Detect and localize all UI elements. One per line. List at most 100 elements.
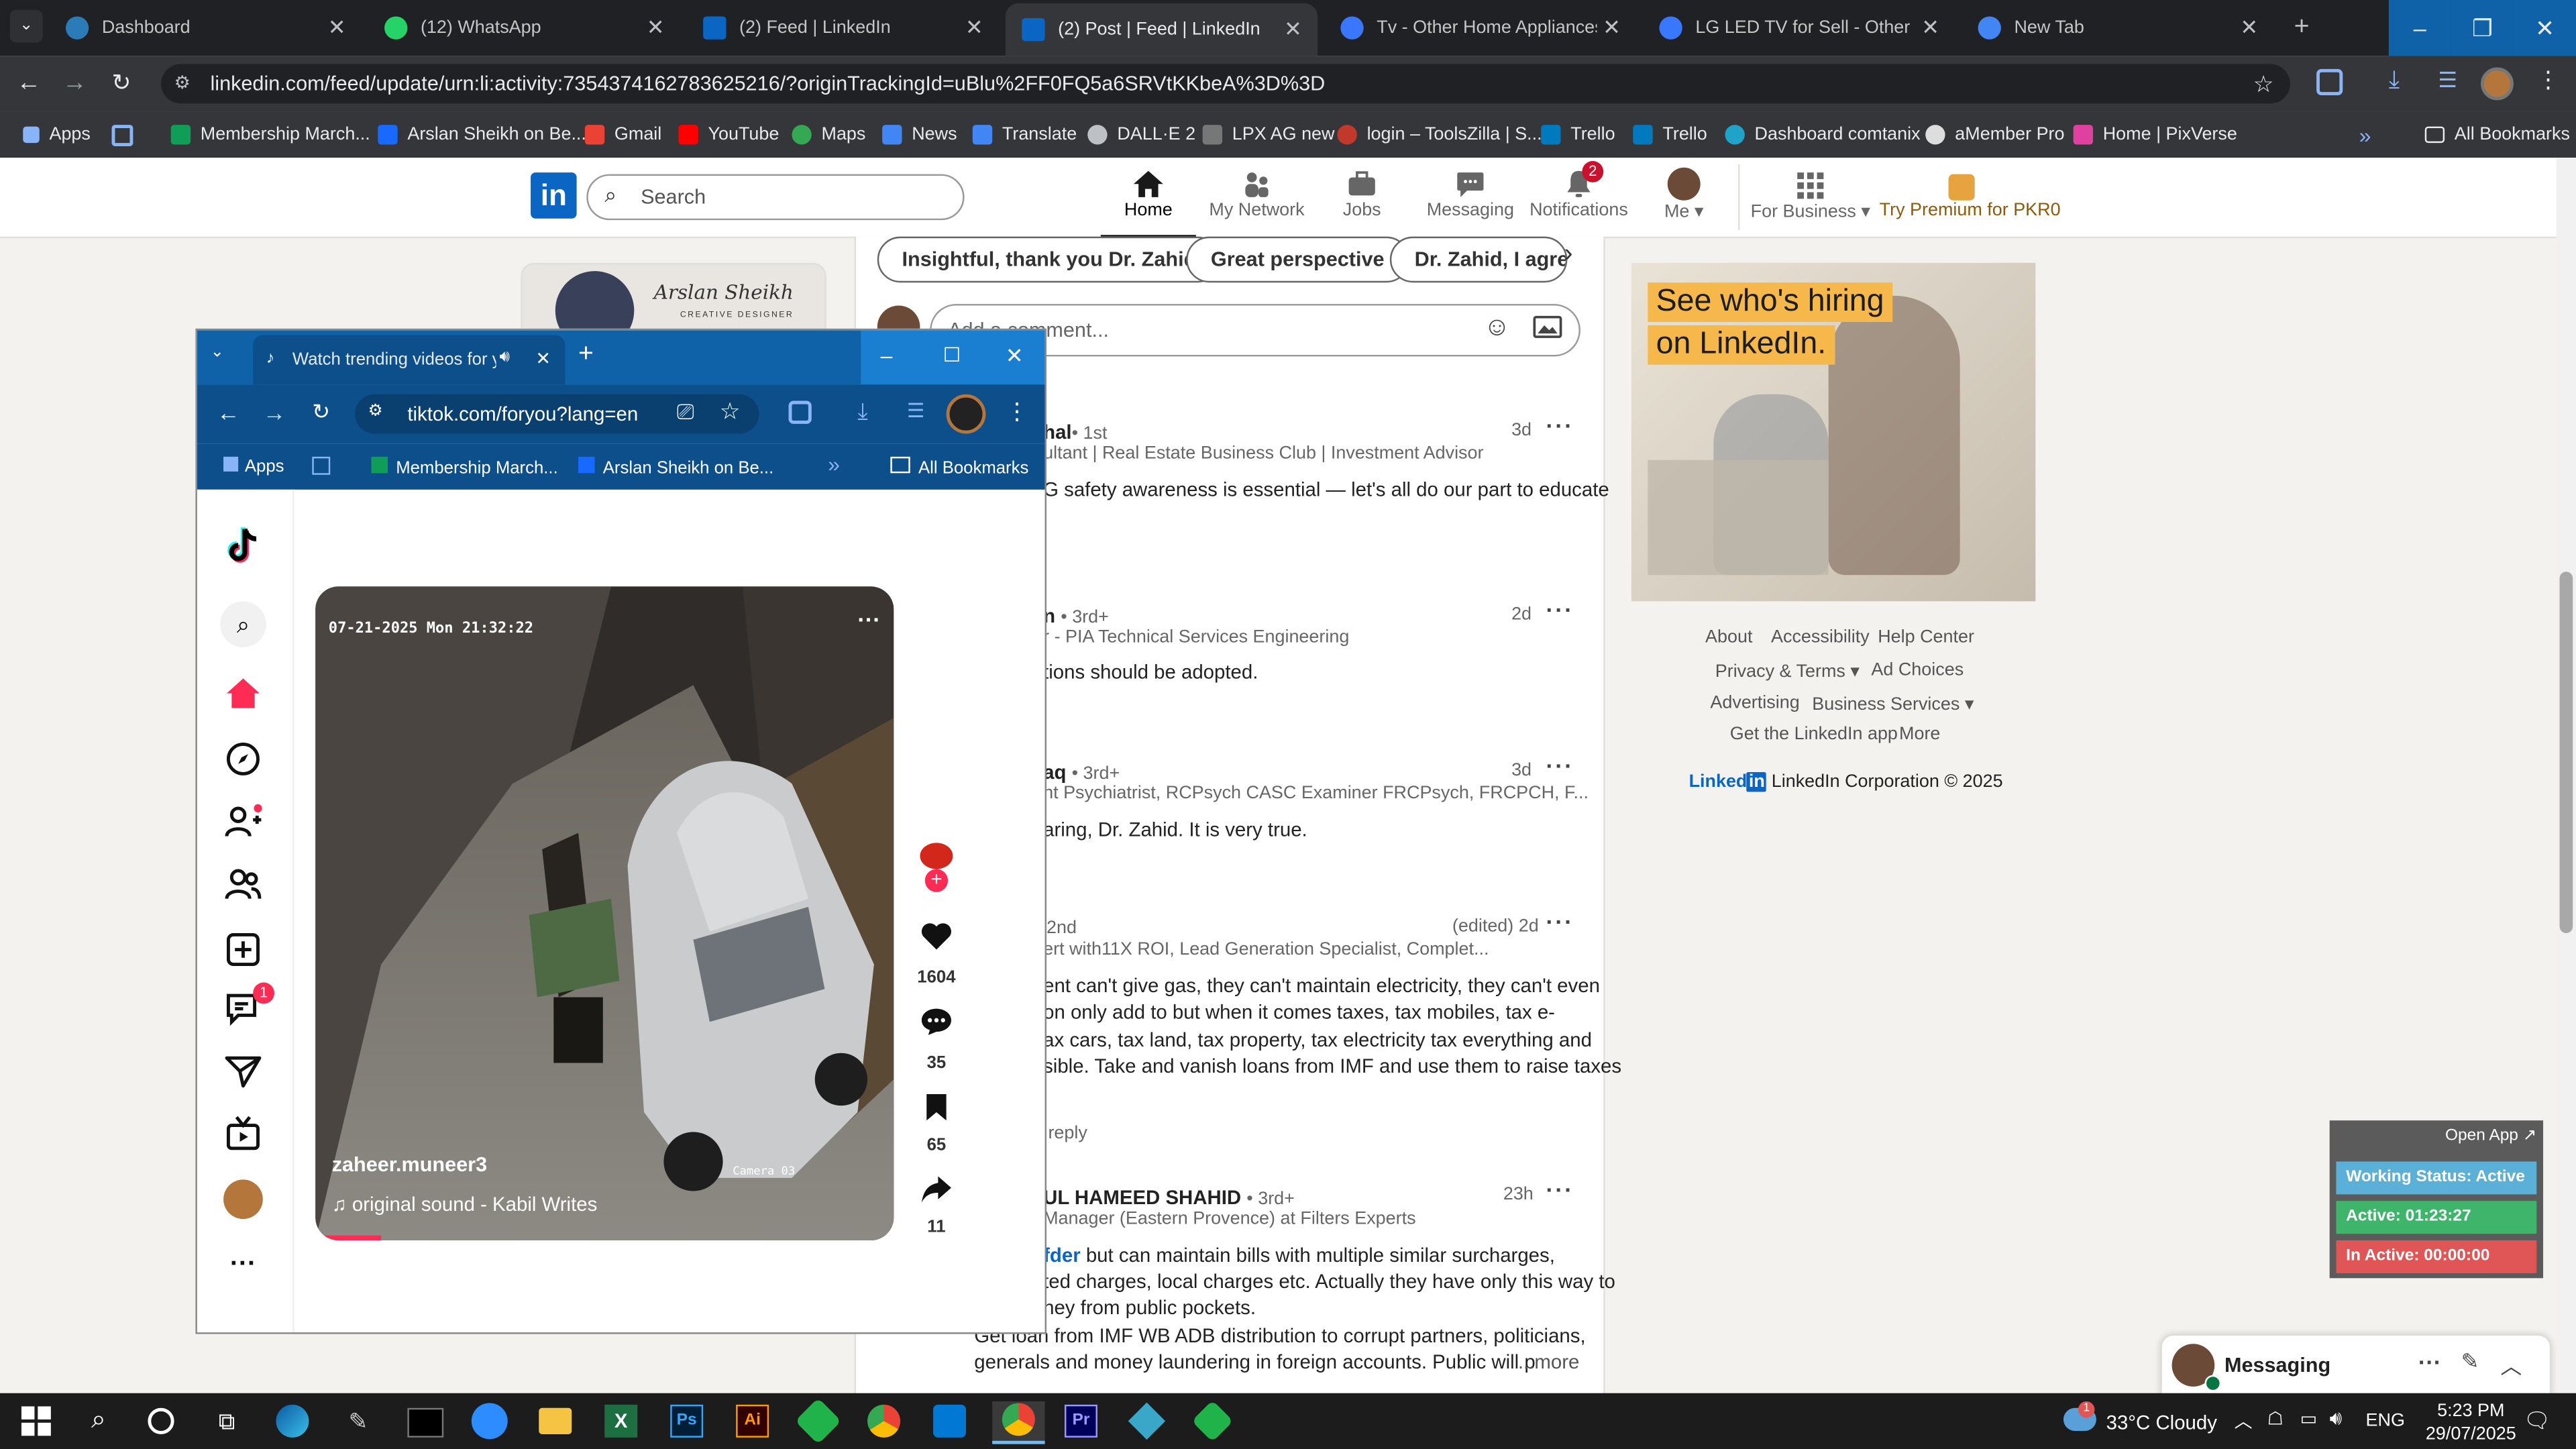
tray-chevron-icon[interactable]: ︿ (2235, 1408, 2253, 1434)
comment-options-icon[interactable]: ··· (1546, 413, 1574, 439)
tab-search-button[interactable]: ⌄ (9, 9, 43, 43)
edge-icon[interactable] (273, 1401, 313, 1441)
terminal-icon[interactable] (404, 1401, 444, 1441)
open-app-link[interactable]: Open App ↗ (2445, 1127, 2536, 1145)
back-arrow-icon[interactable]: ← (217, 399, 239, 425)
following-icon[interactable] (213, 798, 272, 845)
page-scrollbar[interactable] (2556, 158, 2576, 1393)
windows-start-icon[interactable] (16, 1401, 56, 1441)
tab-search-button[interactable]: ⌄ (210, 343, 224, 362)
clock-date[interactable]: 29/07/2025 (2418, 1424, 2524, 1444)
weather-text[interactable]: 33°C Cloudy (2106, 1411, 2217, 1434)
chrome-active-icon[interactable] (992, 1401, 1045, 1444)
nav-premium[interactable]: Try Premium for PKR0 (1880, 164, 2061, 230)
reload-icon[interactable]: ↻ (112, 69, 131, 97)
tab-linkedin-feed[interactable]: (2) Feed | LinkedIn ✕ (687, 7, 999, 50)
tiktok-logo-icon[interactable] (213, 523, 272, 569)
tab-whatsapp[interactable]: (12) WhatsApp ✕ (368, 7, 680, 50)
video-sound[interactable]: ♫ original sound - Kabil Writes (332, 1193, 598, 1216)
excel-icon[interactable]: X (601, 1401, 641, 1441)
friends-icon[interactable] (213, 861, 272, 907)
extensions-icon[interactable] (788, 400, 812, 424)
bookmark-toolszilla[interactable]: login – ToolsZilla | S... (1337, 112, 1542, 158)
bookmark-apps[interactable]: Apps (23, 112, 91, 158)
photoshop-icon[interactable]: Ps (667, 1401, 706, 1441)
bookmark-youtube[interactable]: YouTube (678, 112, 779, 158)
maximize-button[interactable]: ❐ (2451, 0, 2514, 56)
comment-options-icon[interactable]: ··· (1546, 753, 1574, 779)
close-icon[interactable]: ✕ (959, 15, 989, 41)
minimize-button[interactable]: – (2388, 0, 2451, 56)
profile-avatar[interactable] (213, 1176, 272, 1222)
search-input[interactable]: ⌕ Search (586, 174, 965, 221)
video-options-icon[interactable]: ··· (857, 606, 880, 633)
audio-playing-icon[interactable]: 🔊︎ (499, 348, 509, 366)
footer-advertising[interactable]: Advertising (1710, 693, 1799, 712)
bookmark-lpx[interactable]: LPX AG new (1202, 112, 1335, 158)
mention-link[interactable]: fder (1043, 1244, 1081, 1267)
bookmark-translate[interactable]: Translate (972, 112, 1077, 158)
suggestion-chip-3[interactable]: Dr. Zahid, I agree (1389, 236, 1568, 283)
see-more-link[interactable]: ...more (1518, 1349, 1579, 1376)
bookmark-dalle[interactable]: DALL·E 2 (1087, 112, 1195, 158)
volume-icon[interactable]: 🔊︎ (2330, 1406, 2343, 1431)
share-arrow-icon[interactable] (920, 1175, 953, 1204)
tab-olx-tv[interactable]: Tv - Other Home Appliances fo✕ (1324, 7, 1636, 50)
close-icon[interactable]: ✕ (1278, 16, 1307, 42)
explore-compass-icon[interactable] (213, 736, 272, 782)
tab-olx-lg-tv[interactable]: LG LED TV for Sell - Other Hom✕ (1643, 7, 1955, 50)
comment-options-icon[interactable]: ··· (1546, 908, 1574, 934)
footer-get-app[interactable]: Get the LinkedIn app (1730, 724, 1898, 744)
language-indicator[interactable]: ENG (2366, 1411, 2405, 1431)
like-heart-icon[interactable] (920, 922, 953, 951)
bookmark-comtanix[interactable]: Dashboard comtanix (1725, 112, 1921, 158)
clock-time[interactable]: 5:23 PM (2422, 1401, 2520, 1421)
more-options-icon[interactable]: ··· (213, 1242, 272, 1288)
download-icon[interactable]: ⤓ (857, 398, 867, 426)
bookmark-apps[interactable]: Apps (223, 456, 284, 476)
zoom-icon[interactable] (470, 1401, 509, 1441)
close-icon[interactable]: ✕ (2235, 15, 2264, 41)
chrome-menu-icon[interactable]: ⋮ (2536, 66, 2559, 94)
tab-linkedin-post[interactable]: (2) Post | Feed | LinkedIn ✕ (1005, 3, 1318, 56)
wifi-monitor-icon[interactable]: ▭ (2300, 1408, 2317, 1429)
bookmark-save-icon[interactable] (923, 1093, 949, 1122)
comment-bubble-icon[interactable] (920, 1007, 953, 1036)
nav-my-network[interactable]: My Network (1199, 164, 1314, 230)
download-icon[interactable]: ⤓ (2389, 66, 2400, 94)
camtasia-recorder-icon[interactable] (1191, 1400, 1234, 1442)
compose-icon[interactable]: ✎ (2461, 1349, 2479, 1375)
close-icon[interactable]: ✕ (1916, 15, 1945, 41)
new-tab-button[interactable]: + (578, 340, 594, 370)
media-control-icon[interactable]: ☰ (907, 399, 924, 422)
reply-link[interactable]: reply (1048, 1124, 1087, 1143)
comment-author[interactable]: hal• 1st (1043, 421, 1107, 443)
close-icon[interactable]: ✕ (535, 348, 551, 370)
bookmark-trello-2[interactable]: Trello (1633, 112, 1707, 158)
comment-options-icon[interactable]: ··· (1546, 596, 1574, 623)
messaging-overlay[interactable]: Messaging ··· ✎ ︿ (2160, 1334, 2552, 1400)
illustrator-icon[interactable]: Ai (733, 1401, 772, 1441)
bookmark-membership[interactable]: Membership March... (371, 456, 558, 478)
bookmark-behance[interactable]: Arslan Sheikh on Be... (578, 456, 773, 478)
chevron-right-icon[interactable]: › (1564, 240, 1572, 270)
extensions-icon[interactable] (2316, 68, 2343, 96)
follow-plus-icon[interactable]: + (924, 868, 949, 892)
more-bookmarks-chevron-icon[interactable]: » (828, 451, 840, 476)
address-bar[interactable]: ⚙ linkedin.com/feed/update/urn:li:activi… (161, 64, 2290, 104)
creator-avatar[interactable] (920, 843, 953, 869)
tiktok-address-bar[interactable]: ⚙ tiktok.com/foryou?lang=en (354, 394, 759, 434)
file-explorer-icon[interactable] (535, 1401, 575, 1441)
emoji-icon[interactable]: ☺ (1483, 314, 1510, 343)
suggestion-chip-1[interactable]: Insightful, thank you Dr. Zahid (877, 236, 1222, 283)
bookmark-news[interactable]: News (882, 112, 957, 158)
vscode-icon[interactable] (930, 1401, 969, 1441)
back-arrow-icon[interactable]: ← (16, 69, 41, 97)
close-icon[interactable]: ✕ (322, 15, 352, 41)
chrome-icon[interactable] (864, 1401, 904, 1441)
more-options-icon[interactable]: ··· (2418, 1349, 2441, 1375)
hiring-ad-banner[interactable]: See who's hiring on LinkedIn. (1631, 262, 2036, 602)
bookmark-star-icon[interactable]: ☆ (720, 398, 741, 426)
grid-icon[interactable] (312, 456, 331, 475)
home-icon[interactable] (213, 670, 272, 716)
